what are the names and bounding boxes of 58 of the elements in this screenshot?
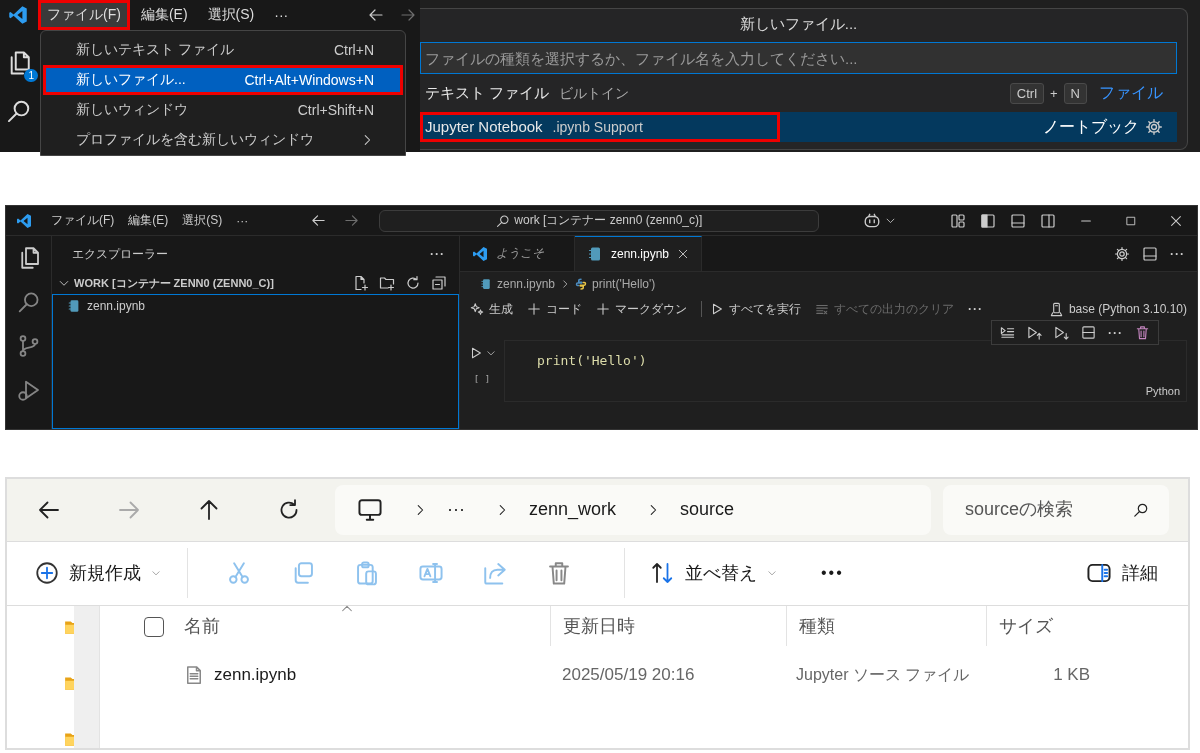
column-header[interactable]: 名前 [184,606,550,646]
sort-button[interactable]: 並べ替え [651,561,777,586]
key-joiner: + [1050,85,1058,101]
type-cell-text: Jupyter ソース ファイル [795,664,971,685]
key-cap: N [1063,82,1087,104]
command-center[interactable]: work [コンテナー zenn0 (zenn0_c)] [379,209,820,232]
list-item[interactable]: Jupyter Notebook .ipynb Support ノートブック [420,112,1177,142]
menu-bar-item[interactable]: 選択(S) [177,210,228,231]
breadcrumb-item[interactable]: zenn_work [529,499,617,521]
breadcrumb-item[interactable]: zenn.ipynb [497,277,556,291]
file-item[interactable]: zenn.ipynb [53,295,458,317]
menu-bar-item[interactable]: 編集(E) [131,0,197,30]
menu-bar-item[interactable]: 編集(E) [123,210,174,231]
breadcrumb-item[interactable]: print('Hello') [592,277,656,291]
more-button[interactable]: ••• [821,564,844,583]
panel-title: 新しいファイル... [738,14,859,34]
editor-tab[interactable]: zenn.ipynb [575,236,703,271]
details-button[interactable]: 詳細 [1086,560,1158,587]
count-badge: 1 [24,69,38,82]
menu-item[interactable]: プロファイルを含む新しいウィンドウ [43,125,403,155]
folder-name[interactable]: WORK [コンテナー ZENN0 (ZENN0_C)] [74,275,274,291]
more-button[interactable]: ··· [430,247,445,261]
language-label[interactable]: Python [1145,385,1180,397]
menu-bar-item[interactable]: 選択(S) [198,0,264,30]
more-button[interactable]: ··· [968,302,983,316]
menu-item[interactable]: 新しいファイル... Ctrl+Alt+Windows+N [43,65,403,95]
toolbar-button[interactable]: コード [527,300,582,318]
column-header[interactable]: サイズ [986,606,1106,646]
code-line: print('Hello') [537,353,648,368]
size-cell-text: 1 KB [1052,665,1091,685]
column-header[interactable]: 種類 [786,606,986,646]
menu-bar-item[interactable]: ファイル(F) [46,210,120,231]
panel-title: エクスプローラー [72,245,168,263]
toolbar-button[interactable]: マークダウン [596,300,687,318]
new-button[interactable]: 新規作成 [35,561,161,586]
search-field[interactable]: sourceの検索 [943,484,1169,535]
column-header[interactable]: 更新日時 [550,606,786,646]
kernel-picker[interactable]: base (Python 3.10.10) [1048,301,1187,317]
toolbar-button[interactable]: 生成 [470,300,513,318]
more-button[interactable]: ··· [1170,246,1185,261]
input-field[interactable]: ファイルの種類を選択するか、ファイル名を入力してください... [420,42,1177,74]
address-bar[interactable]: ··· zenn_work source [335,484,931,535]
date-cell-text: 2025/05/19 20:16 [561,665,696,685]
menu-bar-item[interactable]: ファイル(F) [38,0,130,30]
breadcrumb-item[interactable]: source [680,499,735,521]
list-item[interactable]: テキスト ファイル ビルトイン Ctrl + N ファイル [420,78,1177,108]
toolbar-button[interactable]: すべてを実行 [710,300,801,318]
code-cell[interactable]: print('Hello') Python [504,340,1187,402]
execution-count: [ ] [473,374,491,384]
menu-bar-item[interactable]: ··· [265,1,298,29]
key-cap: Ctrl [1009,82,1044,104]
more-button[interactable]: ··· [1108,325,1123,340]
menu-item[interactable]: 新しいウィンドウ Ctrl+Shift+N [43,95,403,125]
file-row[interactable]: zenn.ipynb 2025/05/19 20:16 Jupyter ソース ファイル 1 KB [144,646,1188,704]
breadcrumb-item[interactable]: ··· [447,499,465,521]
menu-item[interactable]: 新しいテキスト ファイル Ctrl+N [43,35,403,65]
menu-bar-item[interactable]: ··· [231,211,254,230]
file-name: zenn.ipynb [214,665,297,685]
